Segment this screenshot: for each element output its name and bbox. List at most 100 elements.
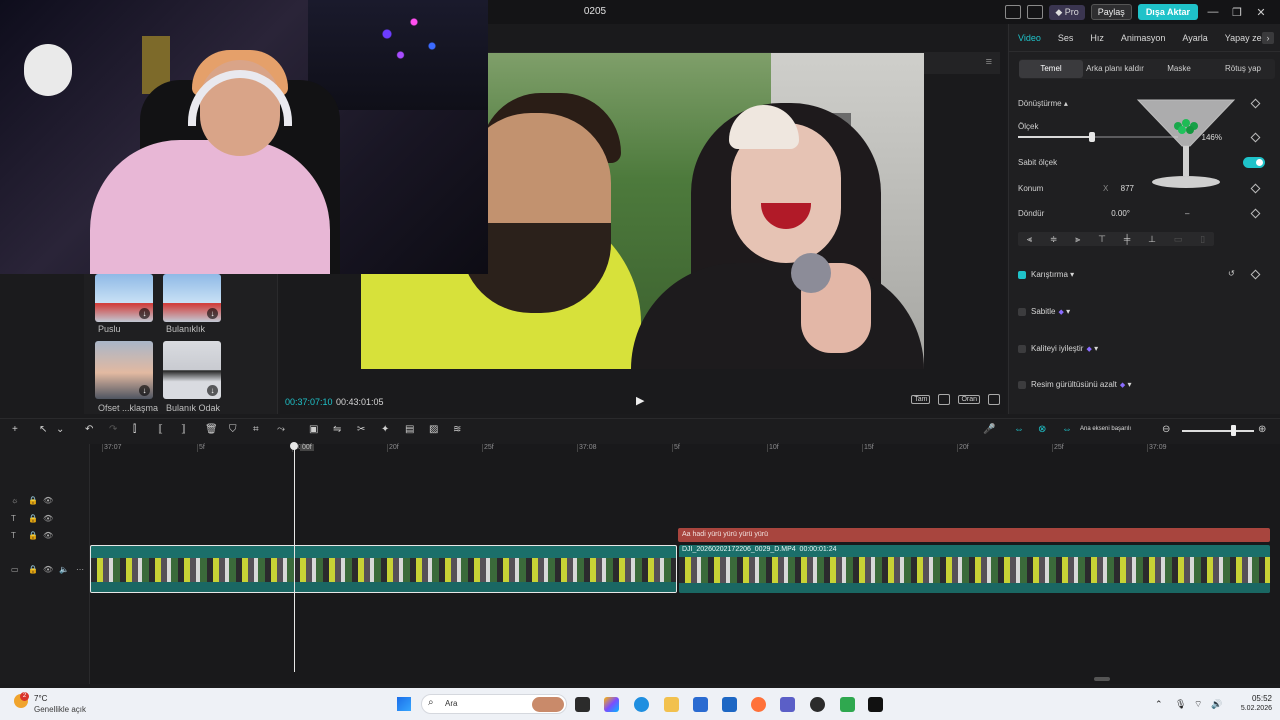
- share-button[interactable]: Paylaş: [1090, 4, 1132, 20]
- effect-thumb-bulanik-odak[interactable]: ↓: [163, 341, 221, 399]
- teams-icon[interactable]: [780, 697, 795, 712]
- delete-icon[interactable]: 🗑: [205, 424, 218, 435]
- close-button[interactable]: ✕: [1252, 6, 1270, 19]
- download-icon[interactable]: ↓: [207, 385, 218, 396]
- clock-date[interactable]: 5.02.2026: [1222, 705, 1272, 712]
- position-x-value[interactable]: 877: [1112, 184, 1134, 193]
- enhance-heading[interactable]: Kaliteyi iyileştir ◆ ▾: [1031, 344, 1098, 353]
- align-bottom-icon[interactable]: ⊥: [1148, 234, 1156, 245]
- more-icon[interactable]: ⋯: [76, 565, 84, 574]
- eye-icon[interactable]: 👁: [43, 531, 53, 540]
- microphone-icon[interactable]: 🎤: [983, 424, 995, 435]
- freeze-frame-icon[interactable]: ▣: [309, 424, 318, 435]
- image-icon[interactable]: ▨: [429, 424, 438, 435]
- zoom-slider-handle[interactable]: [1231, 425, 1236, 436]
- reset-icon[interactable]: ↺: [1228, 269, 1235, 278]
- store-icon[interactable]: [693, 697, 708, 712]
- enhance-checkbox[interactable]: [1018, 345, 1026, 353]
- align-right-icon[interactable]: ⫸: [1075, 234, 1080, 245]
- mirror-icon[interactable]: ⇋: [333, 424, 341, 435]
- magic-icon[interactable]: ✦: [381, 424, 389, 435]
- align-center-icon[interactable]: ≑: [1050, 234, 1058, 245]
- fullscreen-icon[interactable]: [988, 394, 1000, 405]
- export-button[interactable]: Dışa Aktar: [1137, 4, 1198, 20]
- effect-thumb-puslu[interactable]: ↓: [95, 274, 153, 322]
- chevron-down-icon[interactable]: ⌄: [56, 424, 64, 435]
- subtab-remove-bg[interactable]: Arka planı kaldır: [1083, 60, 1147, 78]
- file-explorer-icon[interactable]: [664, 697, 679, 712]
- split-icon[interactable]: ⫿: [133, 424, 136, 435]
- link-icon[interactable]: ⇔: [1014, 424, 1024, 435]
- timeline-scrollbar[interactable]: [1094, 677, 1110, 681]
- blend-heading[interactable]: Karıştırma ▾: [1031, 270, 1074, 279]
- weather-temperature[interactable]: 7°C: [34, 694, 47, 703]
- microphone-icon[interactable]: 🎙: [1175, 699, 1186, 710]
- stabilize-checkbox[interactable]: [1018, 308, 1026, 316]
- full-quality-button[interactable]: Tam: [911, 395, 931, 404]
- effect-thumb-bulaniklik[interactable]: ↓: [163, 274, 221, 322]
- resolution-icon[interactable]: ▤: [405, 424, 414, 435]
- speaker-icon[interactable]: 🔈: [59, 565, 69, 574]
- tab-audio[interactable]: Ses: [1058, 33, 1074, 43]
- denoise-checkbox[interactable]: [1018, 381, 1026, 389]
- tab-speed[interactable]: Hız: [1090, 33, 1104, 43]
- notes-icon[interactable]: [840, 697, 855, 712]
- rotate-value[interactable]: 0.00°: [1100, 209, 1130, 218]
- uniform-scale-toggle[interactable]: [1243, 157, 1265, 168]
- align-top-icon[interactable]: ⊤: [1098, 234, 1106, 245]
- scale-slider-handle[interactable]: [1089, 132, 1095, 142]
- playhead-handle[interactable]: [290, 442, 298, 450]
- tab-ai[interactable]: Yapay zek: [1225, 33, 1266, 43]
- obs-icon[interactable]: [810, 697, 825, 712]
- search-highlight-image[interactable]: [532, 697, 564, 712]
- blend-checkbox[interactable]: [1018, 271, 1026, 279]
- minimize-button[interactable]: —: [1204, 6, 1222, 18]
- transform-heading[interactable]: Dönüştürme ▴: [1018, 99, 1068, 108]
- chevron-up-icon[interactable]: ⌃: [1155, 699, 1163, 710]
- select-tool-icon[interactable]: ↖: [39, 424, 47, 435]
- align-left-icon[interactable]: ⫷: [1027, 234, 1032, 245]
- lock-icon[interactable]: 🔒: [28, 565, 38, 574]
- pro-button[interactable]: ◆ Pro: [1049, 4, 1085, 20]
- speed-curve-icon[interactable]: ⤳: [277, 424, 285, 435]
- snapshot-icon[interactable]: [938, 394, 951, 405]
- download-icon[interactable]: ↓: [207, 308, 218, 319]
- video-clip[interactable]: [90, 545, 677, 593]
- clock-time[interactable]: 05:52: [1232, 694, 1272, 703]
- align-middle-icon[interactable]: ╪: [1124, 234, 1130, 244]
- shield-icon[interactable]: ⛉: [229, 424, 237, 435]
- tab-adjust[interactable]: Ayarla: [1182, 33, 1207, 43]
- eye-icon[interactable]: 👁: [43, 496, 53, 505]
- task-view-icon[interactable]: [575, 697, 590, 712]
- chevron-right-icon[interactable]: ›: [1262, 32, 1274, 44]
- stabilize-heading[interactable]: Sabitle ◆ ▾: [1031, 307, 1070, 316]
- download-icon[interactable]: ↓: [139, 385, 150, 396]
- capcut-icon[interactable]: [868, 697, 883, 712]
- lock-icon[interactable]: 🔒: [28, 531, 38, 540]
- rotate-dash[interactable]: –: [1185, 209, 1189, 218]
- redo-icon[interactable]: ↷: [109, 424, 117, 435]
- ratio-button[interactable]: Oran: [958, 395, 980, 404]
- tab-video[interactable]: Video: [1018, 33, 1041, 43]
- weather-description[interactable]: Genellikle açık: [34, 705, 86, 714]
- zoom-out-icon[interactable]: ⊖: [1162, 424, 1170, 435]
- menu-icon[interactable]: ≡: [986, 56, 992, 68]
- lock-icon[interactable]: 🔒: [28, 496, 38, 505]
- effect-thumb-ofset[interactable]: ↓: [95, 341, 153, 399]
- eye-icon[interactable]: 👁: [43, 514, 53, 523]
- firefox-icon[interactable]: [751, 697, 766, 712]
- audio-split-icon[interactable]: ≋: [453, 424, 461, 435]
- windows-start-icon[interactable]: [397, 697, 411, 711]
- denoise-heading[interactable]: Resim gürültüsünü azalt ◆ ▾: [1031, 380, 1131, 389]
- video-clip[interactable]: DJI_20260202172206_0029_D.MP4 00:00:01:2…: [679, 545, 1270, 593]
- outlook-icon[interactable]: [722, 697, 737, 712]
- edge-icon[interactable]: [634, 697, 649, 712]
- subtab-retouch[interactable]: Rötuş yap: [1211, 60, 1275, 78]
- copilot-icon[interactable]: [604, 697, 619, 712]
- play-button[interactable]: ▶: [636, 394, 650, 408]
- subtab-mask[interactable]: Maske: [1147, 60, 1211, 78]
- remove-bg-icon[interactable]: ✂: [357, 424, 365, 435]
- wifi-icon[interactable]: ⌔: [1194, 699, 1202, 710]
- zoom-slider[interactable]: [1182, 430, 1254, 432]
- eye-icon[interactable]: 👁: [43, 565, 53, 574]
